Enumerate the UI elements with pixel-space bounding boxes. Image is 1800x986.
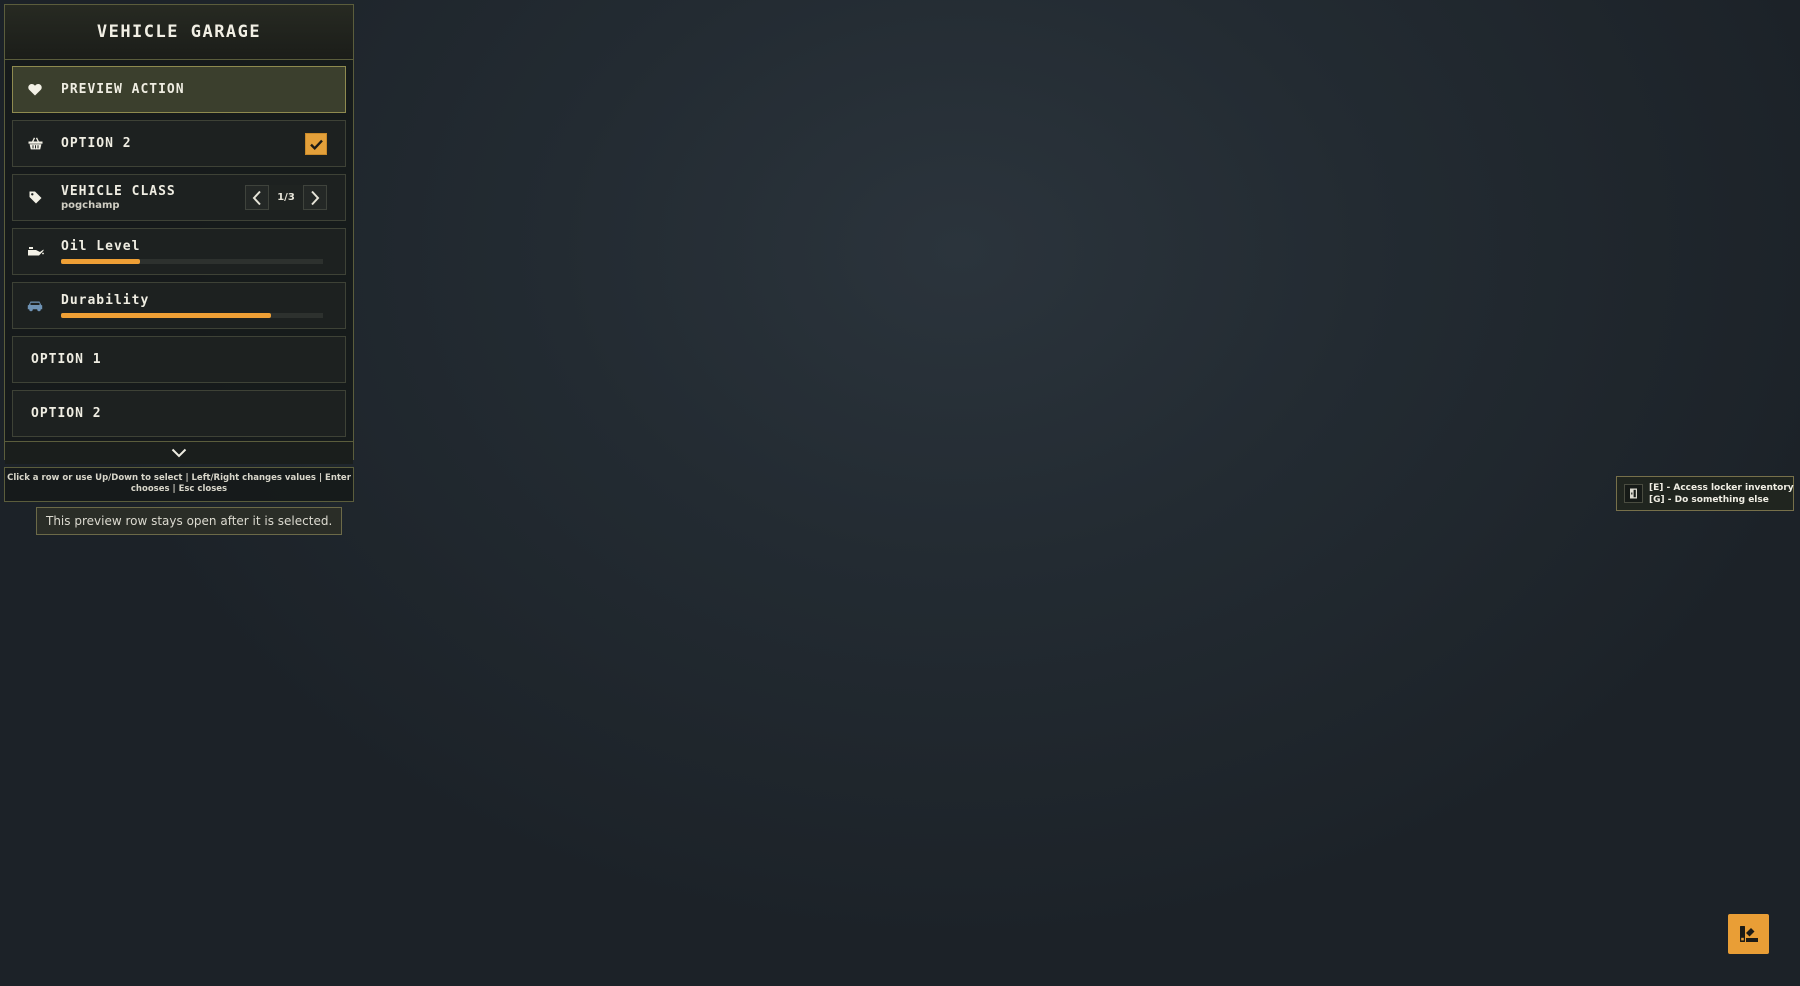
next-value-button[interactable]	[303, 185, 327, 210]
menu-row-sublabel: pogchamp	[61, 200, 120, 211]
oil-can-icon	[9, 246, 61, 257]
prompt-line-do-something-else: [G] - Do something else	[1649, 494, 1769, 505]
option-2-checkbox[interactable]	[305, 133, 327, 155]
oil-level-progress-fill	[61, 259, 140, 264]
menu-row-label: Oil Level	[61, 239, 141, 254]
menu-row-label: OPTION 1	[31, 352, 102, 367]
menu-row-option-1[interactable]: OPTION 1	[12, 336, 346, 383]
oil-level-progress-bar	[61, 259, 323, 264]
menu-row-preview-action[interactable]: PREVIEW ACTION	[12, 66, 346, 113]
menu-row-label: OPTION 2	[31, 406, 102, 421]
menu-row-oil-level[interactable]: Oil Level	[12, 228, 346, 275]
menu-row-label: VEHICLE CLASS	[61, 184, 176, 199]
menu-row-label: PREVIEW ACTION	[61, 82, 185, 97]
scroll-down-button[interactable]	[5, 441, 353, 464]
menu-row-label: OPTION 2	[61, 136, 132, 151]
menu-row-vehicle-class[interactable]: VEHICLE CLASS pogchamp 1/3	[12, 174, 346, 221]
check-icon	[309, 139, 323, 150]
locker-icon	[1624, 484, 1643, 503]
vehicle-garage-menu: VEHICLE GARAGE PREVIEW ACTION OPTION 2 V…	[4, 4, 354, 464]
controls-help-text: Click a row or use Up/Down to select | L…	[4, 467, 354, 502]
interaction-prompt: [E] - Access locker inventory [G] - Do s…	[1616, 476, 1794, 511]
menu-row-durability[interactable]: Durability	[12, 282, 346, 329]
basket-icon	[9, 137, 61, 150]
menu-row-label: Durability	[61, 293, 150, 308]
paint-icon	[1739, 926, 1758, 942]
previous-value-button[interactable]	[245, 185, 269, 210]
vehicle-class-value: 1/3	[269, 185, 303, 210]
menu-rows: PREVIEW ACTION OPTION 2 VEHICLE CLASS po…	[5, 60, 353, 441]
durability-progress-bar	[61, 313, 323, 318]
chevron-right-icon	[311, 190, 320, 205]
durability-progress-fill	[61, 313, 271, 318]
car-icon	[9, 300, 61, 312]
chevron-down-icon	[171, 448, 187, 458]
tag-icon	[9, 191, 61, 204]
menu-row-option-2[interactable]: OPTION 2	[12, 390, 346, 437]
vehicle-class-stepper: 1/3	[245, 185, 327, 210]
menu-title: VEHICLE GARAGE	[5, 5, 353, 60]
prompt-line-access-locker: [E] - Access locker inventory	[1649, 482, 1794, 493]
chevron-left-icon	[252, 190, 261, 205]
row-tooltip: This preview row stays open after it is …	[36, 507, 343, 535]
menu-row-option-2-checkbox[interactable]: OPTION 2	[12, 120, 346, 167]
heart-icon	[9, 83, 61, 96]
paint-button[interactable]	[1728, 914, 1769, 954]
